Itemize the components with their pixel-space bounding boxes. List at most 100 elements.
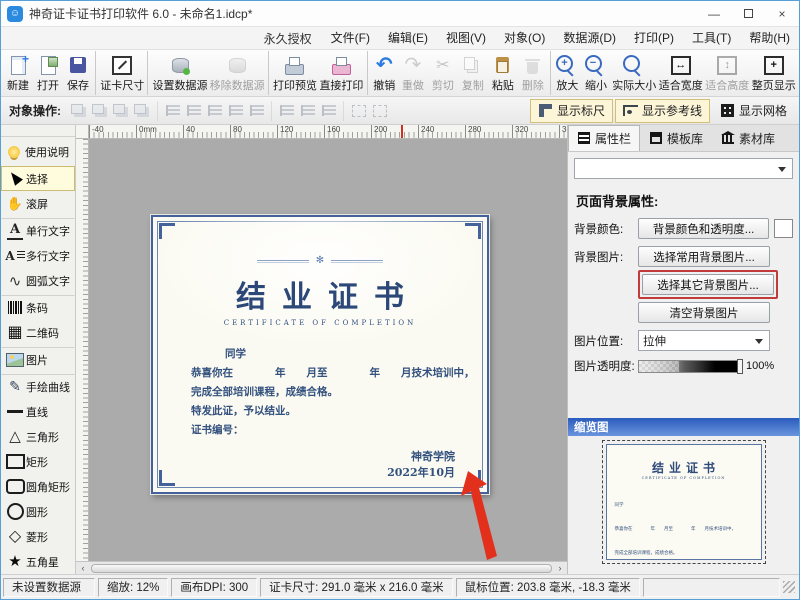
toolbar-button[interactable]: 直接打印 [318,51,364,95]
design-canvas[interactable]: ✻ 结业证书 CERTIFICATE OF COMPLETION 同学 恭喜你在… [89,139,567,561]
slider-handle[interactable] [737,359,743,374]
sidebar-tool[interactable]: 五角星 [1,549,75,574]
datasource-status: 未设置数据源 [3,578,95,597]
bg-image-common-button[interactable]: 选择常用背景图片... [638,246,770,267]
minimize-button[interactable]: — [697,1,731,26]
toolbar-button[interactable]: 粘贴 [488,51,518,95]
object-op-button[interactable] [132,101,153,121]
object-op-button[interactable] [271,101,297,121]
scroll-right-icon[interactable]: › [553,562,567,574]
object-op-button[interactable] [297,101,318,121]
tool-sidebar: 使用说明 选择 滚屏 单行文字 多行文字 圆弧文 [1,125,76,574]
menu-item[interactable]: 数据源(D) [554,27,625,50]
sidebar-tool[interactable]: 三角形 [1,424,75,449]
sidebar-tool[interactable]: 选择 [1,166,75,191]
scroll-left-icon[interactable]: ‹ [76,562,90,574]
toolbar-button[interactable]: 撤销 [367,51,398,95]
menu-item[interactable]: 打印(P) [625,27,683,50]
toolbar-button[interactable]: 剪切 [428,51,458,95]
toolbar-button[interactable]: 保存 [63,51,93,95]
toolbar-button[interactable]: 实际大小 [611,51,657,95]
horizontal-ruler: -40 0mm 40 80 120 160 200 240 280 [89,125,567,138]
red-highlight-box: 选择其它背景图片... [638,270,778,299]
sidebar-tool[interactable]: 多行文字 [1,243,75,268]
object-op-button[interactable] [225,101,246,121]
border-ornament [159,223,175,239]
rect-icon [4,452,26,472]
object-op-button[interactable] [111,101,132,121]
image-position-dropdown[interactable]: 拉伸 [638,330,770,351]
toolbar-button[interactable]: 适合高度 [704,51,750,95]
bg-color-swatch[interactable] [774,219,793,238]
sidebar-tool[interactable]: 矩形 [1,449,75,474]
toolbar-button[interactable]: 放大 [550,51,581,95]
menu-item[interactable]: 工具(T) [683,27,740,50]
sidebar-tool[interactable]: 圆角矩形 [1,474,75,499]
sidebar-tool[interactable]: 二维码 [1,320,75,345]
sidebar-tool[interactable]: 圆形 [1,499,75,524]
object-op-button[interactable] [246,101,267,121]
toolbar-button[interactable]: 删除 [518,51,548,95]
toolbar-button[interactable]: 适合宽度 [658,51,704,95]
toolbar-button[interactable]: 打印预览 [268,51,318,95]
view-toggle-button[interactable]: 显示网格 [712,99,795,123]
view-toggle-button[interactable]: 显示标尺 [530,99,613,123]
border-ornament [159,470,175,486]
panel-tab[interactable]: 模板库 [640,125,712,151]
toolbar-button[interactable]: 新建 [3,51,33,95]
object-op-button[interactable] [90,101,111,121]
sidebar-tool[interactable]: 条码 [1,295,75,320]
object-operations-label: 对象操作: [9,102,61,119]
horizontal-scrollbar[interactable]: ‹ › [76,561,567,574]
freehand-icon [4,377,26,397]
toolbar-button[interactable]: 证卡尺寸 [95,51,145,95]
sidebar-tool[interactable]: 手绘曲线 [1,374,75,399]
bg-color-button[interactable]: 背景颜色和透明度... [638,218,769,239]
sidebar-tool[interactable]: 单行文字 [1,218,75,243]
sidebar-tool[interactable]: 滚屏 [1,191,75,216]
maximize-button[interactable] [731,1,765,26]
sidebar-tool[interactable]: 圆弧文字 [1,268,75,293]
close-button[interactable]: × [765,1,799,26]
resize-grip[interactable] [783,581,795,593]
status-bar: 未设置数据源 缩放: 12% 画布DPI: 300 证卡尺寸: 291.0 毫米… [1,574,799,599]
card-size-icon [110,54,134,77]
scrollbar-thumb[interactable] [91,564,552,573]
bg-image-clear-button[interactable]: 清空背景图片 [638,302,770,323]
menu-item[interactable]: 视图(V) [437,27,495,50]
menu-item[interactable]: 帮助(H) [740,27,799,50]
panel-tab[interactable]: 属性栏 [568,125,640,151]
certificate-date: 2022年10月 [153,464,455,480]
object-op-button[interactable] [183,101,204,121]
certificate-page[interactable]: ✻ 结业证书 CERTIFICATE OF COMPLETION 同学 恭喜你在… [151,215,489,494]
bg-image-other-button[interactable]: 选择其它背景图片... [642,274,774,295]
bg-color-label: 背景颜色: [574,221,638,237]
object-op-button[interactable] [318,101,339,121]
sidebar-tool[interactable]: 直线 [1,399,75,424]
menu-item[interactable]: 编辑(E) [379,27,437,50]
object-op-button[interactable] [343,101,369,121]
toolbar-button[interactable]: 复制 [458,51,488,95]
menu-item[interactable]: 文件(F) [322,27,379,50]
toolbar-button[interactable]: 重做 [398,51,428,95]
object-op-button[interactable] [204,101,225,121]
sidebar-tool[interactable]: 菱形 [1,524,75,549]
toolbar-button[interactable]: 移除数据源 [209,51,266,95]
menu-item[interactable]: 对象(O) [495,27,554,50]
toolbar-button[interactable]: 打开 [33,51,63,95]
zoom-status: 缩放: 12% [98,578,168,597]
object-op-button[interactable] [157,101,183,121]
help-button[interactable]: 使用说明 [1,136,75,166]
panel-tab[interactable]: 素材库 [712,125,784,151]
object-op-button[interactable] [69,101,90,121]
view-toggle-button[interactable]: 显示参考线 [615,99,710,123]
image-opacity-slider[interactable] [638,360,742,373]
ruler-label: 240 [418,125,465,138]
sidebar-tool[interactable]: 图片 [1,347,75,372]
toolbar-button[interactable]: 设置数据源 [147,51,208,95]
object-selector-dropdown[interactable] [574,158,793,179]
thumbnail-preview[interactable]: 结业证书 CERTIFICATE OF COMPLETION 同学 恭喜你在 年… [568,436,799,568]
toolbar-button[interactable]: 缩小 [581,51,611,95]
toolbar-button[interactable]: 整页显示 [750,51,796,95]
object-op-button[interactable] [369,101,390,121]
